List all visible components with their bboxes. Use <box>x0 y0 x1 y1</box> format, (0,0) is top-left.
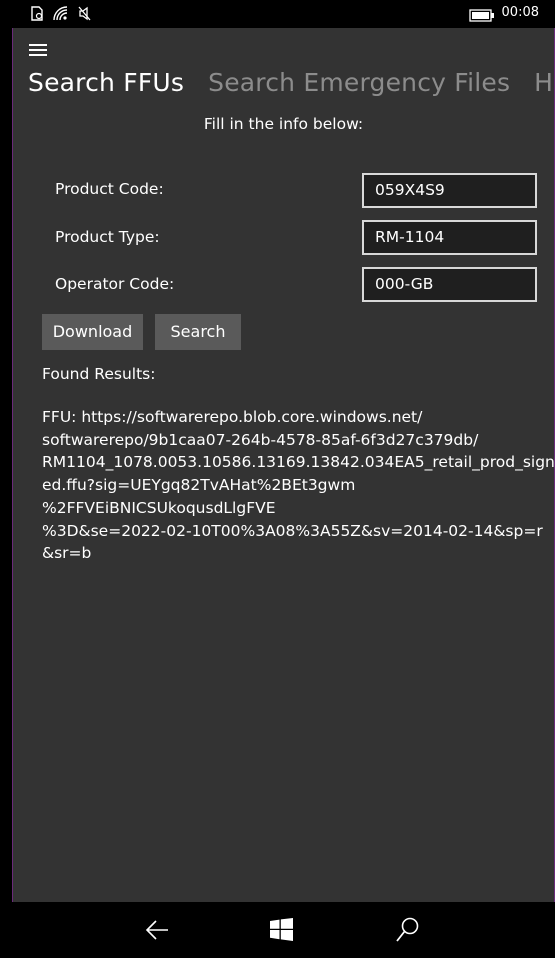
tab-search-ffus[interactable]: Search FFUs <box>28 68 184 97</box>
back-icon[interactable] <box>145 919 169 945</box>
windows-start-icon[interactable] <box>270 918 293 945</box>
product-code-label: Product Code: <box>55 180 164 198</box>
pivot-tabs: Search FFUs Search Emergency Files Home <box>28 68 554 97</box>
tab-home[interactable]: Home <box>534 68 554 97</box>
instructions-text: Fill in the info below: <box>203 115 364 133</box>
hamburger-menu-icon[interactable] <box>29 44 47 58</box>
battery-icon <box>469 7 495 26</box>
results-text: FFU: https://softwarerepo.blob.core.wind… <box>42 408 555 563</box>
results-title: Found Results: <box>42 365 156 383</box>
navigation-bar <box>0 902 555 958</box>
product-type-input[interactable]: RM-1104 <box>362 220 537 255</box>
tab-search-emergency-files[interactable]: Search Emergency Files <box>208 68 510 97</box>
download-button[interactable]: Download <box>42 314 143 350</box>
search-button[interactable]: Search <box>155 314 241 350</box>
no-sound-icon <box>77 6 92 21</box>
wifi-icon <box>53 6 68 21</box>
operator-code-input[interactable]: 000-GB <box>362 267 537 302</box>
product-code-input[interactable]: 059X4S9 <box>362 173 537 208</box>
status-icons <box>30 6 92 21</box>
search-icon[interactable] <box>396 917 420 947</box>
product-type-label: Product Type: <box>55 228 160 246</box>
operator-code-label: Operator Code: <box>55 275 175 293</box>
app-window: Search FFUs Search Emergency Files Home Fi… <box>12 28 555 902</box>
sim-icon <box>30 6 44 21</box>
status-bar: 00:08 <box>0 0 555 28</box>
clock: 00:08 <box>501 5 539 20</box>
